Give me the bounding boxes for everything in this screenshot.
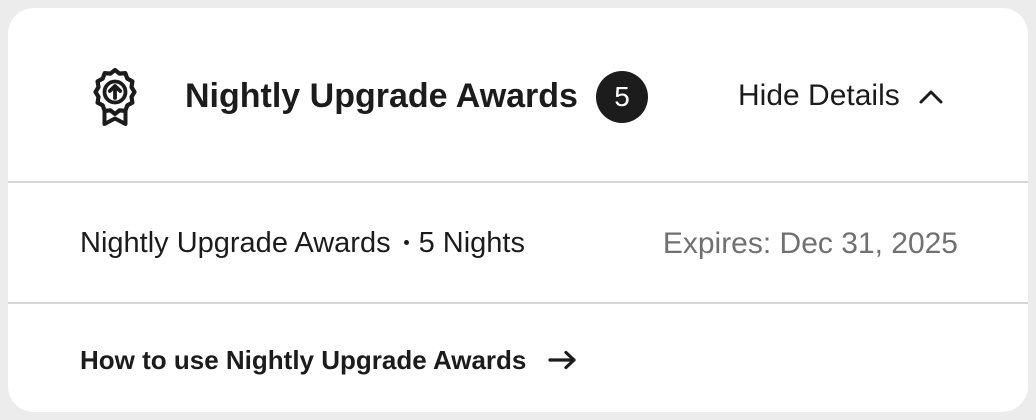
how-to-use-link[interactable]: How to use Nightly Upgrade Awards [80, 338, 578, 382]
award-detail-label: Nightly Upgrade Awards 5 Nights [80, 221, 525, 265]
award-count-badge: 5 [596, 71, 648, 123]
awards-header: Nightly Upgrade Awards 5 Hide Details [8, 8, 1028, 183]
award-expiration: Expires: Dec 31, 2025 [662, 227, 958, 260]
chevron-up-icon [919, 90, 943, 104]
award-ribbon-upgrade-icon [88, 66, 142, 128]
separator-dot [403, 239, 409, 245]
hide-details-button[interactable]: Hide Details [738, 74, 944, 118]
award-nights: 5 Nights [418, 227, 525, 259]
awards-card: Nightly Upgrade Awards 5 Hide Details Ni… [8, 8, 1028, 412]
award-detail-name: Nightly Upgrade Awards [80, 227, 391, 259]
how-to-use-label: How to use Nightly Upgrade Awards [80, 345, 527, 375]
arrow-right-icon [548, 350, 577, 370]
award-detail-row: Nightly Upgrade Awards 5 Nights Expires: … [8, 183, 1028, 304]
hide-details-label: Hide Details [738, 79, 900, 112]
awards-title: Nightly Upgrade Awards [185, 77, 578, 115]
